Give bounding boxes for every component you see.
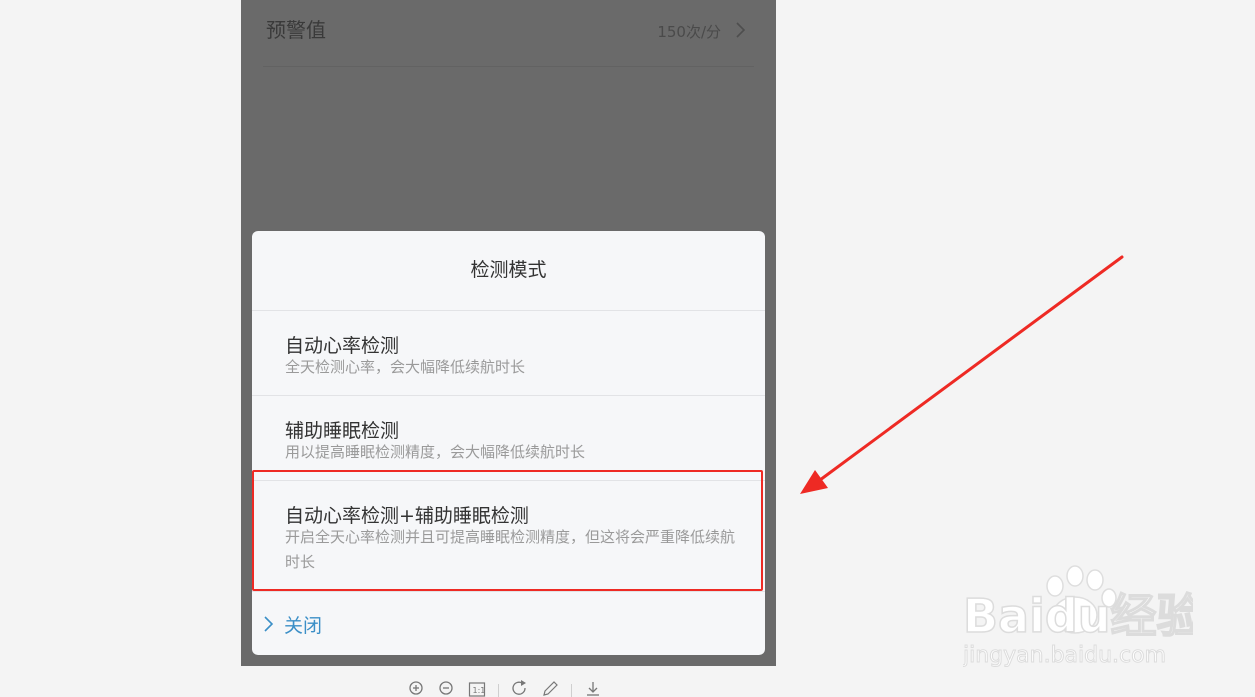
image-viewer-toolbar: 1:1 (408, 680, 602, 697)
toolbar-divider (498, 684, 499, 697)
zoom-out-icon[interactable] (438, 680, 456, 697)
rotate-icon[interactable] (511, 680, 529, 697)
baidu-watermark: Baidu经验 jingyan.baidu.com (962, 560, 1203, 680)
zoom-in-icon[interactable] (408, 680, 426, 697)
svg-text:1:1: 1:1 (473, 686, 486, 695)
actual-size-icon[interactable]: 1:1 (468, 680, 486, 697)
screenshot-stage: 预警值 150次/分 检测模式 自动心率检测 全天检测心率，会大幅降低续航时长 … (0, 0, 1255, 697)
watermark-url: jingyan.baidu.com (963, 643, 1166, 668)
edit-icon[interactable] (541, 680, 559, 697)
download-icon[interactable] (584, 680, 602, 697)
toolbar-divider (571, 684, 572, 697)
watermark-brand: Baidu经验 (963, 589, 1193, 643)
